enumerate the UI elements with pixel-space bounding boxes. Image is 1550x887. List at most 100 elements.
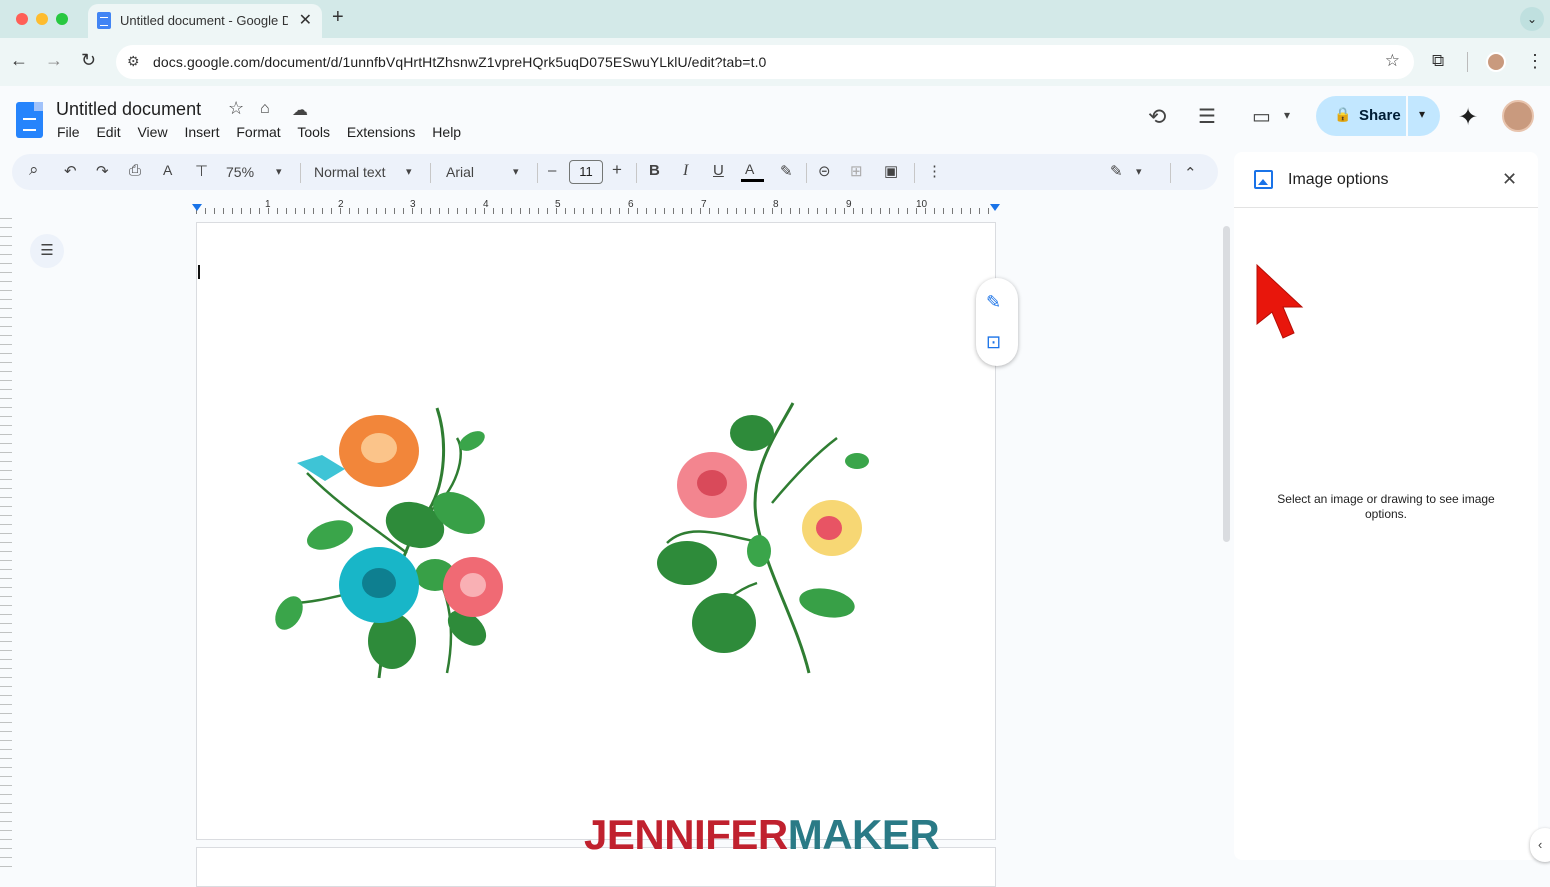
- right-indent-marker[interactable]: [990, 204, 1000, 211]
- flower-illustration-right: [657, 402, 869, 674]
- page-illustrations: [275, 402, 869, 679]
- panel-empty-message: Select an image or drawing to see image …: [1277, 492, 1495, 521]
- zoom-dropdown-icon[interactable]: ▾: [276, 165, 282, 178]
- text-color-swatch: [741, 179, 764, 182]
- left-indent-marker[interactable]: [192, 204, 202, 211]
- document-title[interactable]: Untitled document: [56, 99, 201, 120]
- toolbar-divider: [537, 163, 538, 183]
- share-button[interactable]: 🔒 Share ▾: [1316, 96, 1440, 136]
- vertical-ruler: [0, 218, 12, 872]
- menu-extensions[interactable]: Extensions: [347, 124, 415, 140]
- version-history-icon[interactable]: ⟲: [1148, 104, 1166, 130]
- browser-toolbar: ← → ↻ ⚙ docs.google.com/document/d/1unnf…: [0, 38, 1550, 86]
- increase-font-size-icon[interactable]: +: [612, 160, 622, 180]
- profile-avatar[interactable]: [1486, 52, 1506, 72]
- style-dropdown-icon[interactable]: ▾: [406, 165, 412, 178]
- tab-search-button[interactable]: ⌄: [1520, 7, 1544, 31]
- gemini-icon[interactable]: ✦: [1458, 103, 1478, 132]
- menu-edit[interactable]: Edit: [96, 124, 120, 140]
- meet-icon[interactable]: ▭: [1252, 104, 1271, 129]
- vertical-scrollbar[interactable]: [1223, 226, 1230, 542]
- extensions-icon[interactable]: ⧉: [1432, 51, 1444, 71]
- window-zoom-button[interactable]: [56, 13, 68, 25]
- menu-insert[interactable]: Insert: [184, 124, 219, 140]
- account-avatar[interactable]: [1502, 100, 1534, 132]
- address-bar[interactable]: ⚙ docs.google.com/document/d/1unnfbVqHrt…: [116, 45, 1414, 79]
- comments-icon[interactable]: ☰: [1198, 104, 1216, 129]
- star-icon[interactable]: ☆: [228, 98, 244, 119]
- ruler-number: 10: [916, 199, 928, 210]
- cloud-status-icon[interactable]: ☁: [292, 100, 308, 120]
- ruler-number: 1: [265, 199, 271, 210]
- panel-header: Image options ✕: [1234, 152, 1538, 208]
- underline-icon[interactable]: U: [713, 162, 724, 179]
- editing-mode-dropdown-icon[interactable]: ▾: [1136, 165, 1142, 178]
- document-outline-button[interactable]: ☰: [30, 234, 64, 268]
- move-folder-icon[interactable]: ⌂: [260, 100, 270, 118]
- red-arrow-pointer-icon: [1256, 263, 1304, 339]
- forward-button[interactable]: →: [45, 50, 63, 71]
- docs-header: Untitled document ☆ ⌂ ☁ File Edit View I…: [0, 86, 1550, 152]
- insert-image-icon[interactable]: ▣: [884, 162, 898, 180]
- search-menus-icon[interactable]: ⌕: [29, 160, 39, 180]
- font-size-input[interactable]: 11: [569, 160, 603, 184]
- meet-dropdown-icon[interactable]: ▾: [1284, 108, 1290, 122]
- paint-format-icon[interactable]: ⊤: [195, 162, 208, 180]
- menu-tools[interactable]: Tools: [297, 124, 330, 140]
- decrease-font-size-icon[interactable]: –: [548, 162, 556, 179]
- browser-menu-icon[interactable]: ⋮: [1526, 51, 1544, 72]
- back-button[interactable]: ←: [10, 50, 28, 71]
- font-select[interactable]: Arial: [446, 164, 474, 180]
- toolbar-divider: [636, 163, 637, 183]
- docs-logo-icon[interactable]: [16, 102, 43, 138]
- paragraph-style-select[interactable]: Normal text: [314, 164, 386, 180]
- italic-icon[interactable]: I: [683, 162, 688, 180]
- jennifermaker-watermark: JENNIFERMAKER: [584, 810, 940, 860]
- ruler-number: 3: [410, 199, 416, 210]
- help-me-write-icon[interactable]: ✎: [986, 292, 1001, 313]
- highlight-color-icon[interactable]: ✎: [780, 162, 793, 180]
- new-tab-button[interactable]: +: [332, 6, 344, 29]
- more-options-icon[interactable]: ⋮: [927, 162, 942, 180]
- browser-tab[interactable]: Untitled document - Google Docs ✕: [88, 4, 322, 38]
- document-page[interactable]: [196, 222, 996, 840]
- ruler-number: 7: [701, 199, 707, 210]
- menu-help[interactable]: Help: [432, 124, 461, 140]
- menu-file[interactable]: File: [57, 124, 80, 140]
- toolbar-divider: [300, 163, 301, 183]
- zoom-select[interactable]: 75%: [226, 164, 254, 180]
- flower-illustration-left: [275, 407, 503, 679]
- toolbar-divider: [914, 163, 915, 183]
- redo-icon[interactable]: ↷: [96, 162, 109, 180]
- text-color-icon[interactable]: A: [745, 161, 754, 177]
- collapse-side-panel-button[interactable]: ‹: [1530, 828, 1550, 862]
- site-info-icon[interactable]: ⚙: [127, 53, 140, 70]
- bookmark-star-icon[interactable]: ☆: [1385, 51, 1400, 71]
- hide-menus-icon[interactable]: ⌃: [1184, 164, 1197, 182]
- window-minimize-button[interactable]: [36, 13, 48, 25]
- url-text[interactable]: docs.google.com/document/d/1unnfbVqHrtHt…: [153, 54, 766, 70]
- spellcheck-icon[interactable]: A: [163, 162, 172, 178]
- image-icon: [1254, 170, 1273, 189]
- insert-link-icon[interactable]: ⊝: [818, 162, 831, 180]
- window-close-button[interactable]: [16, 13, 28, 25]
- menu-format[interactable]: Format: [236, 124, 280, 140]
- toolbar-divider: [430, 163, 431, 183]
- suggest-edits-icon[interactable]: ⊡: [986, 332, 1001, 353]
- editing-mode-icon[interactable]: ✎: [1110, 162, 1123, 180]
- lock-icon: 🔒: [1334, 106, 1352, 122]
- undo-icon[interactable]: ↶: [64, 162, 77, 180]
- close-icon[interactable]: ✕: [1502, 169, 1517, 190]
- reload-button[interactable]: ↻: [81, 50, 96, 71]
- bold-icon[interactable]: B: [649, 162, 660, 179]
- share-dropdown-icon[interactable]: ▾: [1419, 107, 1425, 121]
- menu-view[interactable]: View: [137, 124, 167, 140]
- toolbar-divider: [806, 163, 807, 183]
- print-icon[interactable]: ⎙: [129, 162, 141, 179]
- share-divider: [1406, 96, 1408, 136]
- font-dropdown-icon[interactable]: ▾: [513, 165, 519, 178]
- watermark-part2: MAKER: [787, 811, 940, 858]
- tab-close-icon[interactable]: ✕: [299, 10, 312, 30]
- floating-action-bar: ✎ ⊡: [976, 278, 1018, 366]
- add-comment-icon[interactable]: ⊞: [850, 162, 863, 180]
